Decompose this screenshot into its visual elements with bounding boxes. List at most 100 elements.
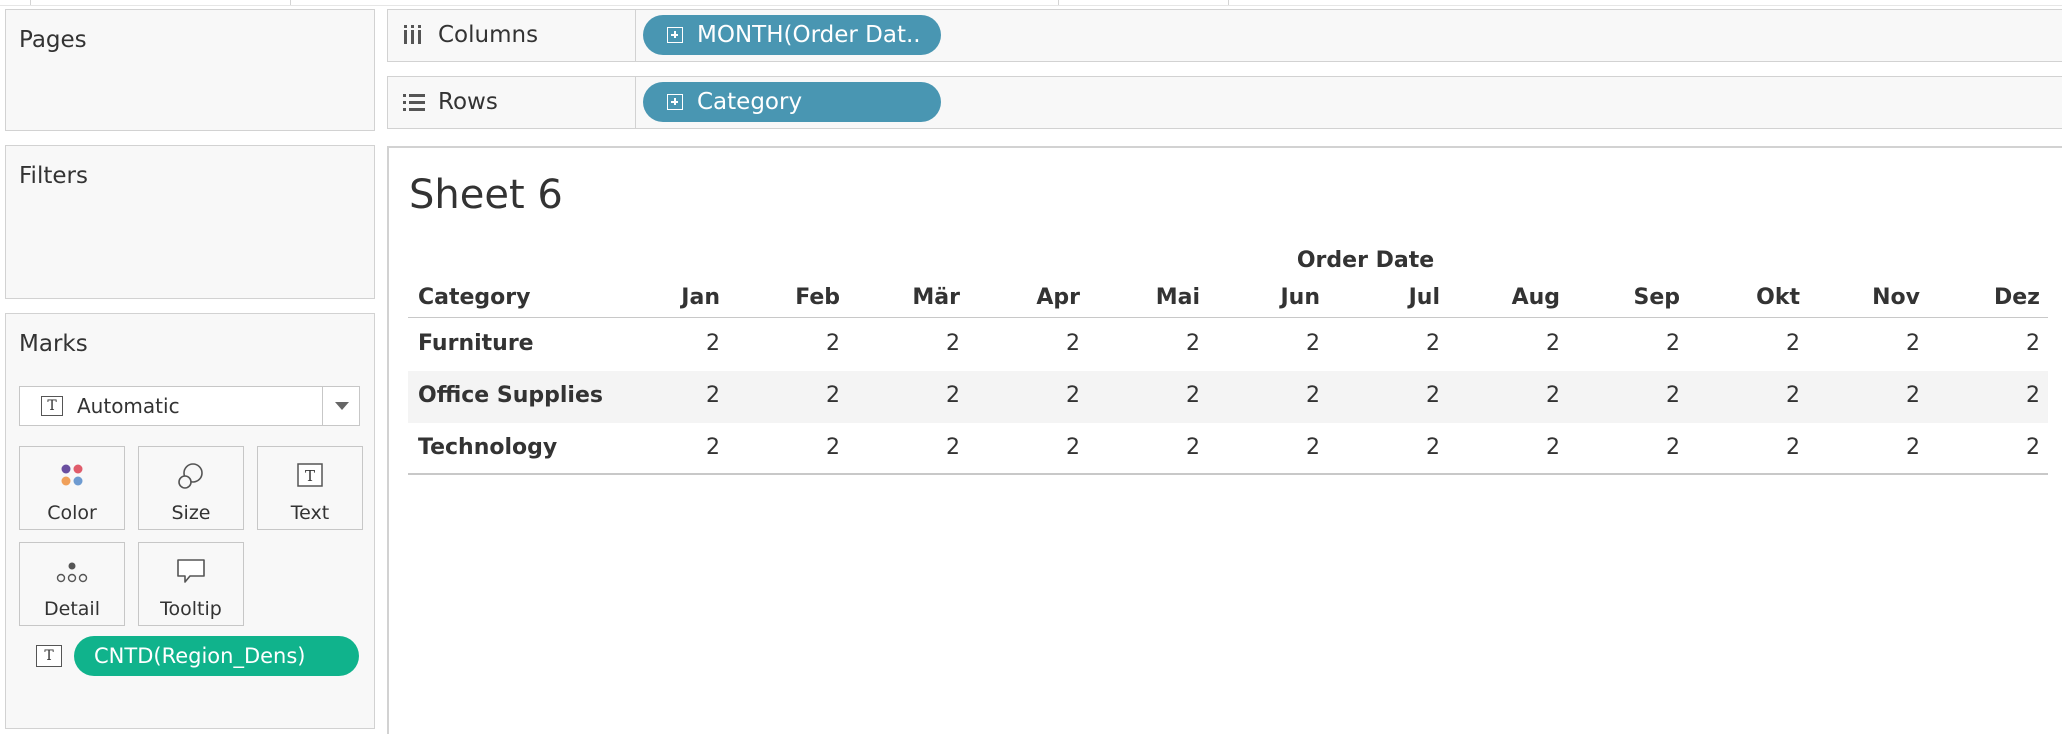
month-header[interactable]: Jul	[1340, 285, 1440, 310]
table-cell[interactable]: 2	[1700, 331, 1800, 356]
month-header[interactable]: Mär	[860, 285, 960, 310]
table-cell[interactable]: 2	[1940, 383, 2040, 408]
table-cell[interactable]: 2	[1100, 331, 1200, 356]
table-cell[interactable]: 2	[980, 383, 1080, 408]
table-cell[interactable]: 2	[1820, 331, 1920, 356]
detail-button[interactable]: Detail	[19, 542, 125, 626]
table-cell[interactable]: 2	[1340, 331, 1440, 356]
month-order-date-pill[interactable]: MONTH(Order Dat..	[643, 15, 941, 55]
table-cell[interactable]: 2	[740, 435, 840, 460]
mark-type-dropdown[interactable]: T Automatic	[19, 386, 360, 426]
row-header-cell[interactable]: Office Supplies	[418, 383, 603, 408]
size-circles-icon	[178, 463, 203, 489]
table-cell[interactable]: 2	[1580, 331, 1680, 356]
table-cell[interactable]: 2	[980, 435, 1080, 460]
shelf-separator	[635, 77, 636, 128]
marks-title: Marks	[19, 331, 88, 357]
table-cell[interactable]: 2	[620, 331, 720, 356]
text-button[interactable]: T Text	[257, 446, 363, 530]
table-cell[interactable]: 2	[1820, 383, 1920, 408]
table-cell[interactable]: 2	[1580, 383, 1680, 408]
text-t-icon: T	[297, 463, 323, 487]
marks-card: Marks T Automatic Color Size T Text Deta…	[5, 313, 375, 729]
pages-title: Pages	[19, 27, 87, 53]
table-cell[interactable]: 2	[1220, 383, 1320, 408]
rows-icon	[403, 94, 425, 111]
table-cell[interactable]: 2	[1820, 435, 1920, 460]
month-header[interactable]: Dez	[1940, 285, 2040, 310]
month-header[interactable]: Mai	[1100, 285, 1200, 310]
month-header[interactable]: Apr	[980, 285, 1080, 310]
month-header[interactable]: Aug	[1460, 285, 1560, 310]
table-cell[interactable]: 2	[1340, 383, 1440, 408]
rows-shelf[interactable]: Rows Category	[387, 76, 2062, 129]
category-pill[interactable]: Category	[643, 82, 941, 122]
row-header-cell[interactable]: Technology	[418, 435, 557, 460]
text-label: Text	[290, 502, 330, 524]
month-header[interactable]: Jun	[1220, 285, 1320, 310]
columns-icon	[404, 25, 421, 44]
plus-box-icon[interactable]	[667, 27, 683, 43]
table-cell[interactable]: 2	[1100, 435, 1200, 460]
table-cell[interactable]: 2	[860, 383, 960, 408]
table-cell[interactable]: 2	[740, 383, 840, 408]
table-cell[interactable]: 2	[1340, 435, 1440, 460]
marks-text-field-row: T CNTD(Region_Dens)	[19, 636, 364, 678]
pages-card[interactable]: Pages	[5, 9, 375, 131]
size-button[interactable]: Size	[138, 446, 244, 530]
row-field-header[interactable]: Category	[418, 285, 530, 310]
table-cell[interactable]: 2	[620, 383, 720, 408]
table-cell[interactable]: 2	[1100, 383, 1200, 408]
filters-title: Filters	[19, 163, 88, 189]
table-cell[interactable]: 2	[860, 331, 960, 356]
row-header-cell[interactable]: Furniture	[418, 331, 534, 356]
color-palette-icon	[61, 464, 83, 486]
text-encoding-icon[interactable]: T	[36, 645, 62, 667]
table-row: Technology 2 2 2 2 2 2 2 2 2 2 2 2	[408, 423, 2048, 475]
table-cell[interactable]: 2	[1580, 435, 1680, 460]
table-cell[interactable]: 2	[860, 435, 960, 460]
month-header[interactable]: Nov	[1820, 285, 1920, 310]
tooltip-button[interactable]: Tooltip	[138, 542, 244, 626]
table-row: Furniture 2 2 2 2 2 2 2 2 2 2 2 2	[408, 319, 2048, 371]
color-button[interactable]: Color	[19, 446, 125, 530]
table-cell[interactable]: 2	[1220, 331, 1320, 356]
svg-text:T: T	[305, 467, 315, 485]
month-header[interactable]: Sep	[1580, 285, 1680, 310]
table-cell[interactable]: 2	[1460, 383, 1560, 408]
top-tick	[290, 0, 291, 5]
table-bottom-border	[408, 473, 2048, 475]
month-order-date-pill-label: MONTH(Order Dat..	[697, 22, 921, 48]
tooltip-bubble-icon	[177, 559, 205, 583]
table-cell[interactable]: 2	[1700, 435, 1800, 460]
table-cell[interactable]: 2	[1460, 435, 1560, 460]
columns-shelf[interactable]: Columns MONTH(Order Dat..	[387, 9, 2062, 62]
chevron-down-icon[interactable]	[335, 402, 349, 410]
table-cell[interactable]: 2	[620, 435, 720, 460]
plus-box-icon[interactable]	[667, 94, 683, 110]
month-header[interactable]: Feb	[740, 285, 840, 310]
table-cell[interactable]: 2	[1460, 331, 1560, 356]
color-label: Color	[47, 502, 97, 524]
table-cell[interactable]: 2	[1940, 435, 2040, 460]
filters-card[interactable]: Filters	[5, 145, 375, 299]
cntd-region-dens-pill[interactable]: CNTD(Region_Dens)	[74, 636, 359, 676]
text-mark-icon: T	[41, 396, 63, 416]
detail-dots-icon	[56, 562, 88, 583]
sheet-title[interactable]: Sheet 6	[409, 172, 563, 218]
table-cell[interactable]: 2	[1220, 435, 1320, 460]
mark-type-value: Automatic	[77, 394, 180, 418]
month-header[interactable]: Okt	[1700, 285, 1800, 310]
table-cell[interactable]: 2	[740, 331, 840, 356]
rows-label: Rows	[438, 89, 498, 115]
shelf-separator	[635, 10, 636, 61]
column-field-header[interactable]: Order Date	[408, 248, 2048, 273]
table-cell[interactable]: 2	[980, 331, 1080, 356]
table-cell[interactable]: 2	[1940, 331, 2040, 356]
top-tick	[1058, 0, 1059, 5]
worksheet-view[interactable]: Sheet 6 Order Date Category Jan Feb Mär Apr…	[387, 146, 2062, 734]
detail-label: Detail	[44, 598, 100, 620]
table-row: Office Supplies 2 2 2 2 2 2 2 2 2 2 2 2	[408, 371, 2048, 423]
table-cell[interactable]: 2	[1700, 383, 1800, 408]
month-header[interactable]: Jan	[620, 285, 720, 310]
